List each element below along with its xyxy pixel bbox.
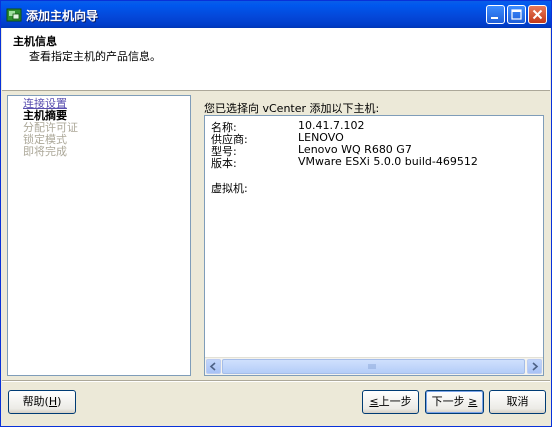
footer-separator [2, 380, 550, 382]
page-subtitle: 查看指定主机的产品信息。 [29, 50, 161, 63]
version-label: 版本: [211, 157, 237, 170]
minimize-button[interactable] [486, 5, 505, 24]
help-button[interactable]: 帮助(H) [8, 390, 76, 414]
close-icon [532, 9, 543, 20]
virtual-machines-label: 虚拟机: [211, 182, 248, 195]
maximize-icon [511, 9, 522, 20]
scrollbar-thumb[interactable] [222, 359, 525, 374]
cancel-button[interactable]: 取消 [489, 390, 546, 414]
scroll-right-icon [532, 362, 539, 371]
scroll-left-icon [209, 362, 216, 371]
version-value: VMware ESXi 5.0.0 build-469512 [298, 155, 478, 168]
summary-panel: 您已选择向 vCenter 添加以下主机: 名称: 10.41.7.102 供应… [195, 95, 548, 376]
host-info-box: 名称: 10.41.7.102 供应商: LENOVO 型号: Lenovo W… [204, 115, 544, 376]
maximize-button[interactable] [507, 5, 526, 24]
add-host-wizard-window: 添加主机向导 主机信息 查看指定主机的产品信息。 连接设置 主机摘要 分配许可证… [0, 0, 552, 427]
back-button-label: 上一步 [378, 395, 412, 408]
back-button[interactable]: ≤上一步 [362, 390, 419, 414]
close-button[interactable] [528, 5, 547, 24]
minimize-icon [491, 17, 498, 19]
back-button-accesskey: ≤ [369, 395, 379, 408]
wizard-header: 主机信息 查看指定主机的产品信息。 [2, 28, 550, 91]
help-button-accesskey: H [48, 395, 58, 408]
scroll-left-button[interactable] [206, 359, 221, 374]
help-button-label: 帮助( [22, 395, 49, 408]
title-bar[interactable]: 添加主机向导 [1, 1, 551, 28]
step-ready-to-complete: 即将完成 [23, 145, 67, 158]
next-button[interactable]: 下一步 ≥ [425, 390, 484, 414]
horizontal-scrollbar[interactable] [205, 357, 543, 375]
wizard-app-icon [6, 7, 22, 23]
summary-heading: 您已选择向 vCenter 添加以下主机: [204, 102, 380, 115]
scroll-right-button[interactable] [527, 359, 542, 374]
window-title: 添加主机向导 [26, 9, 99, 23]
next-button-label: 下一步 [431, 395, 469, 408]
help-button-label-end: ) [57, 395, 62, 408]
wizard-steps-panel: 连接设置 主机摘要 分配许可证 锁定模式 即将完成 [7, 95, 191, 376]
page-title: 主机信息 [13, 35, 57, 48]
grip-icon [368, 364, 376, 369]
next-button-accesskey: ≥ [468, 395, 478, 408]
